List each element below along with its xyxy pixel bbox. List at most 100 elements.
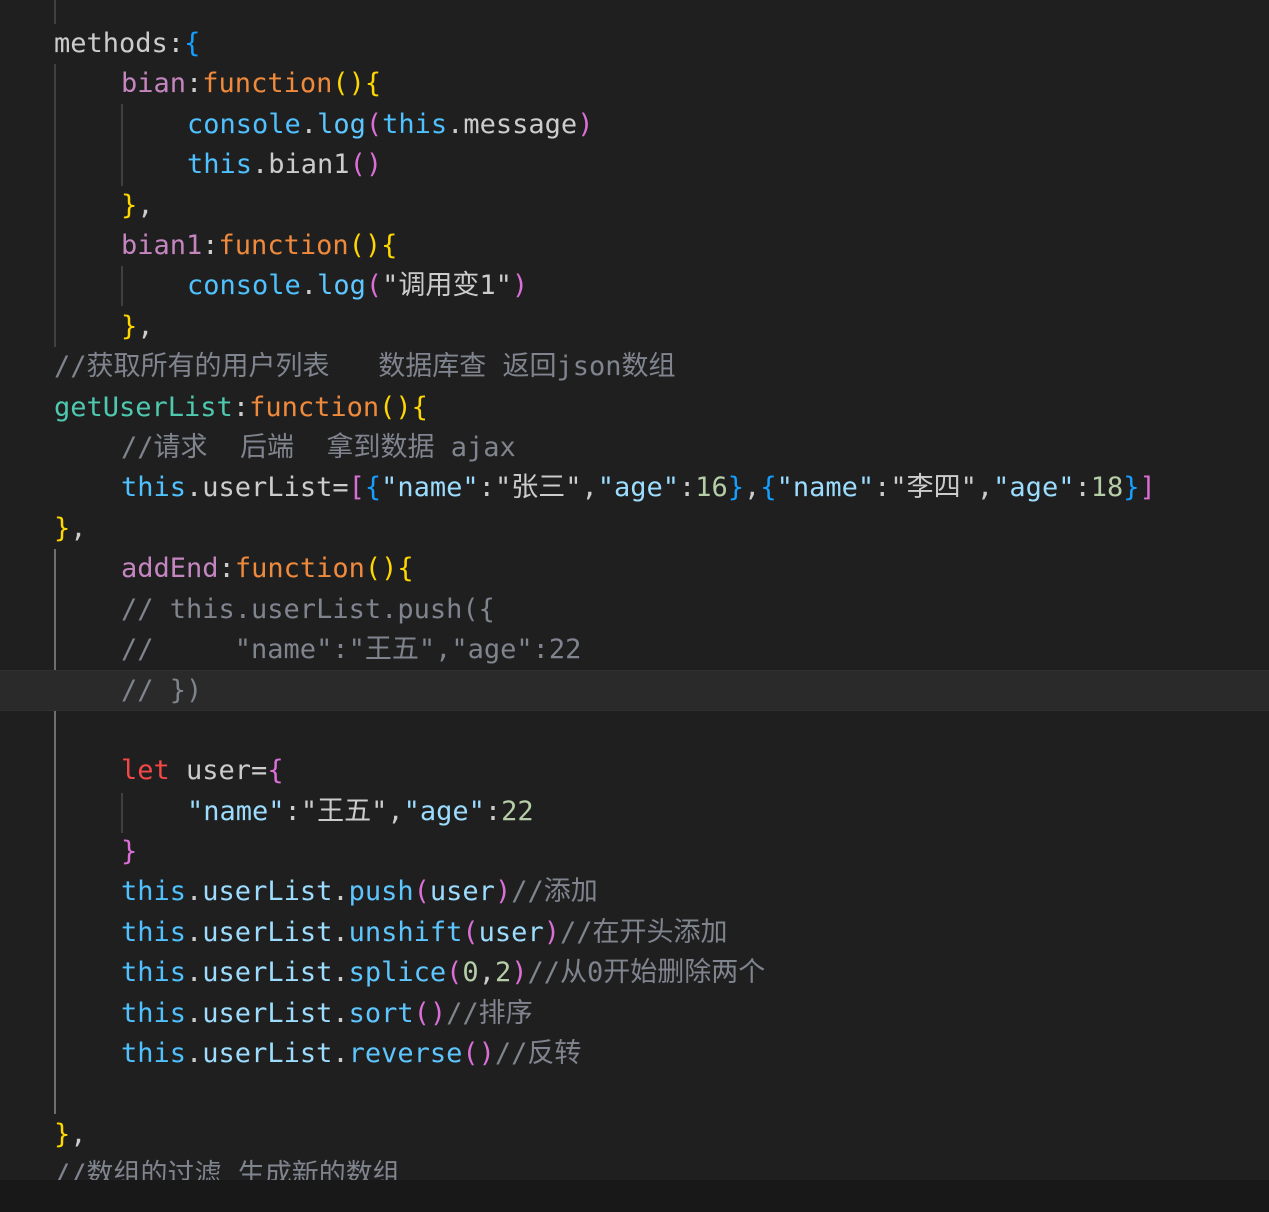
code-line-content: "name":"王五","age":22	[187, 792, 534, 832]
code-line[interactable]: bian:function(){	[0, 64, 1269, 104]
code-token: ()	[348, 230, 382, 261]
code-line-content: console.log(this.message)	[187, 105, 593, 145]
code-line-content: this.userList.sort()//排序	[121, 994, 533, 1034]
code-line[interactable]: getUserList:function(){	[0, 388, 1269, 428]
code-line-content: // })	[121, 671, 202, 711]
code-token: .	[300, 108, 318, 140]
code-line-content: bian:function(){	[121, 64, 381, 104]
code-token: }	[54, 1118, 71, 1150]
code-token: "李四"	[890, 472, 977, 504]
code-token: :	[202, 230, 219, 261]
code-token: .	[332, 957, 349, 989]
code-line[interactable]: // })	[0, 670, 1269, 711]
code-token: ,	[70, 1118, 87, 1150]
code-line[interactable]: this.userList=[{"name":"张三","age":16},{"…	[0, 468, 1269, 508]
code-token: this	[121, 997, 187, 1029]
code-token: 16	[695, 472, 728, 504]
code-token: this	[121, 916, 187, 948]
code-line[interactable]: addEnd:function(){	[0, 549, 1269, 589]
code-line[interactable]: methods:{	[0, 24, 1269, 64]
code-line-content: //数组的过滤 生成新的数组	[54, 1155, 400, 1180]
code-line[interactable]: this.userList.unshift(user)//在开头添加	[0, 913, 1269, 953]
code-line[interactable]: //获取所有的用户列表 数据库查 返回json数组	[0, 347, 1269, 387]
code-line[interactable]: bian1:function(){	[0, 226, 1269, 266]
code-token: .	[186, 1038, 203, 1069]
code-token: ,	[976, 472, 994, 504]
code-token: //添加	[511, 876, 598, 908]
code-line[interactable]: "name":"王五","age":22	[0, 792, 1269, 832]
code-token: {	[364, 68, 382, 100]
code-line-content: console.log("调用变1")	[187, 266, 528, 306]
code-token: }	[121, 189, 138, 221]
code-line-content: },	[54, 1115, 87, 1155]
code-line[interactable]: //请求 后端 拿到数据 ajax	[0, 428, 1269, 468]
editor-bottom-bar	[0, 1180, 1269, 1212]
code-line[interactable]: this.userList.reverse()//反转	[0, 1034, 1269, 1074]
code-token: "age"	[597, 472, 679, 504]
code-token: }	[1123, 472, 1140, 504]
code-token: ,	[581, 472, 598, 504]
code-token: splice	[348, 957, 447, 989]
code-token: (	[365, 108, 383, 140]
code-line[interactable]: },	[0, 186, 1269, 226]
code-token: sort	[348, 997, 414, 1029]
code-line-content: this.bian1()	[187, 145, 382, 185]
code-token: getUserList	[54, 391, 233, 423]
code-token: ()	[332, 68, 365, 100]
code-line-content: //获取所有的用户列表 数据库查 返回json数组	[54, 347, 676, 387]
code-line-content: this.userList=[{"name":"张三","age":16},{"…	[121, 468, 1156, 508]
code-token: ()	[462, 1038, 495, 1069]
code-editor[interactable]: methods:{bian:function(){console.log(thi…	[0, 0, 1269, 1180]
code-token: (	[413, 876, 430, 908]
code-token: .	[332, 1038, 349, 1069]
code-line[interactable]: this.bian1()	[0, 145, 1269, 185]
code-line[interactable]: //数组的过滤 生成新的数组	[0, 1155, 1269, 1180]
code-token: }	[54, 512, 71, 544]
code-token: unshift	[348, 916, 463, 948]
code-line[interactable]: this.userList.push(user)//添加	[0, 872, 1269, 912]
code-line[interactable]: },	[0, 1115, 1269, 1155]
code-token: userList	[202, 916, 333, 948]
code-token: ,	[387, 795, 404, 827]
code-token: (	[446, 957, 463, 989]
code-token: push	[348, 876, 414, 908]
code-line[interactable]: let user={	[0, 751, 1269, 791]
code-token: .	[186, 997, 203, 1029]
code-line[interactable]: },	[0, 509, 1269, 549]
code-line-content: //请求 后端 拿到数据 ajax	[121, 428, 516, 468]
code-token: "age"	[993, 472, 1075, 504]
code-line[interactable]: console.log("调用变1")	[0, 266, 1269, 306]
code-token: .	[186, 876, 203, 908]
code-line-content: addEnd:function(){	[121, 549, 414, 589]
code-token: user	[478, 916, 544, 948]
code-token: // })	[121, 675, 203, 707]
code-token: .bian1	[252, 149, 350, 181]
code-token: user	[429, 876, 495, 908]
code-line[interactable]: },	[0, 307, 1269, 347]
code-token: function	[234, 553, 365, 585]
code-token: userList	[202, 876, 333, 908]
code-line[interactable]: // "name":"王五","age":22	[0, 630, 1269, 670]
code-token: this	[121, 957, 187, 989]
code-token: console	[187, 270, 301, 302]
code-line[interactable]: console.log(this.message)	[0, 105, 1269, 145]
code-token: ,	[478, 957, 495, 989]
code-line-content: },	[121, 307, 154, 347]
indent-guide	[54, 0, 56, 24]
code-line[interactable]: // this.userList.push({	[0, 590, 1269, 630]
code-line[interactable]: }	[0, 832, 1269, 872]
code-token: //在开头添加	[559, 916, 728, 948]
code-token: 0	[462, 957, 479, 989]
code-line[interactable]	[0, 1074, 1269, 1114]
code-token: methods	[54, 28, 168, 59]
code-token: //从0开始删除两个	[527, 957, 766, 989]
code-token: [	[348, 472, 365, 504]
code-line[interactable]: this.userList.splice(0,2)//从0开始删除两个	[0, 953, 1269, 993]
code-token: .	[332, 876, 349, 908]
code-token: ()	[349, 149, 383, 181]
code-line[interactable]	[0, 711, 1269, 751]
code-token: :	[874, 472, 891, 504]
code-line[interactable]: this.userList.sort()//排序	[0, 994, 1269, 1034]
code-line-content: // this.userList.push({	[121, 590, 495, 630]
code-line-content: },	[54, 509, 87, 549]
